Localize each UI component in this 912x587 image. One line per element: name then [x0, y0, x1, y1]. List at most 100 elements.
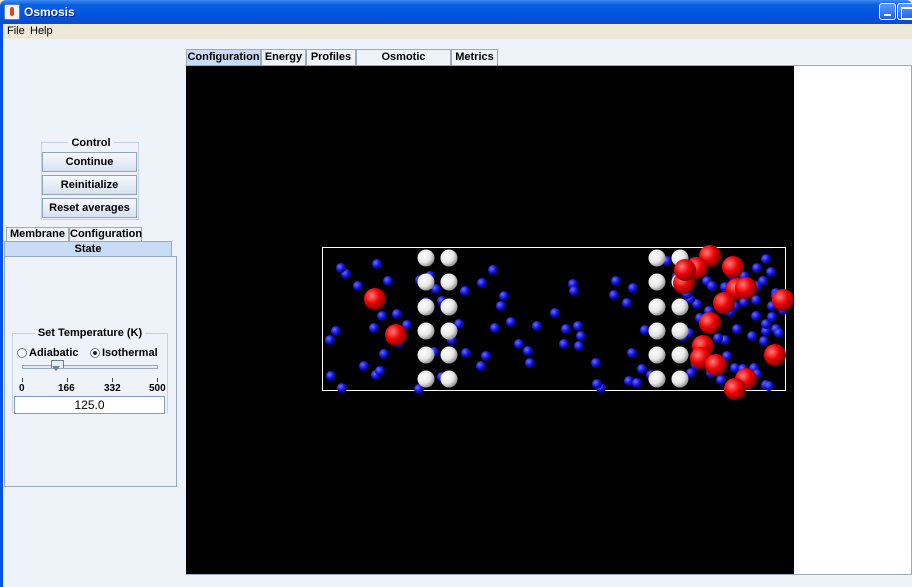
membrane-particle: [440, 298, 458, 316]
slider-tick: [112, 378, 113, 382]
slider-tick: [157, 378, 158, 382]
solvent-particle: [713, 333, 723, 343]
solvent-particle: [392, 309, 402, 319]
continue-button[interactable]: Continue: [42, 152, 137, 172]
solvent-particle: [752, 263, 762, 273]
solvent-particle: [628, 283, 638, 293]
solvent-particle: [707, 281, 717, 291]
solvent-particle: [488, 265, 498, 275]
solvent-particle: [337, 383, 347, 393]
slider-tick-label: 166: [58, 383, 75, 394]
membrane-particle: [417, 249, 435, 267]
membrane-particle: [671, 322, 689, 340]
solvent-particle: [476, 361, 486, 371]
solvent-particle: [732, 324, 742, 334]
solvent-particle: [383, 276, 393, 286]
solvent-particle: [716, 375, 726, 385]
tab-metrics[interactable]: Metrics: [451, 49, 498, 65]
solvent-particle: [637, 364, 647, 374]
membrane-particle: [440, 249, 458, 267]
simulation-display[interactable]: [186, 66, 794, 574]
membrane-particle: [417, 346, 435, 364]
membrane-particle: [648, 346, 666, 364]
solvent-particle: [627, 348, 637, 358]
solvent-particle: [514, 339, 524, 349]
menu-file[interactable]: File: [7, 25, 25, 37]
tab-energy[interactable]: Energy: [261, 49, 306, 65]
membrane-particle: [440, 273, 458, 291]
membrane-particle: [417, 370, 435, 388]
solvent-particle: [574, 341, 584, 351]
solvent-particle: [550, 308, 560, 318]
solvent-particle: [758, 276, 768, 286]
solvent-particle: [523, 346, 533, 356]
reinitialize-button[interactable]: Reinitialize: [42, 175, 137, 195]
solvent-particle: [461, 348, 471, 358]
solvent-particle: [761, 319, 771, 329]
solvent-particle: [759, 336, 769, 346]
solute-particle: [764, 344, 786, 366]
solute-particle: [772, 289, 794, 311]
tab-configuration-left[interactable]: Configuration: [69, 227, 142, 242]
solute-particle: [705, 354, 727, 376]
membrane-particle: [417, 298, 435, 316]
membrane-particle: [671, 370, 689, 388]
solvent-particle: [353, 281, 363, 291]
solvent-particle: [481, 351, 491, 361]
temperature-value-field[interactable]: [14, 396, 165, 414]
adiabatic-radio[interactable]: [17, 348, 27, 358]
adiabatic-label[interactable]: Adiabatic: [29, 347, 79, 359]
bottom-strip: [183, 575, 912, 587]
solvent-particle: [326, 371, 336, 381]
menu-help[interactable]: Help: [30, 25, 53, 37]
solvent-particle: [525, 358, 535, 368]
solvent-particle: [622, 298, 632, 308]
window-title: Osmosis: [24, 5, 75, 19]
isothermal-radio[interactable]: [90, 348, 100, 358]
membrane-particle: [648, 249, 666, 267]
temperature-slider-track[interactable]: [22, 365, 158, 369]
membrane-particle: [648, 298, 666, 316]
slider-tick: [67, 378, 68, 382]
solute-particle: [722, 256, 744, 278]
isothermal-label[interactable]: Isothermal: [102, 347, 158, 359]
title-bar: Osmosis: [0, 0, 912, 24]
minimize-button[interactable]: [879, 3, 896, 20]
membrane-particle: [671, 298, 689, 316]
solvent-particle: [331, 326, 341, 336]
solvent-particle: [460, 286, 470, 296]
control-title: Control: [42, 137, 140, 149]
tab-state[interactable]: State: [4, 241, 172, 257]
membrane-particle: [648, 273, 666, 291]
solvent-particle: [609, 290, 619, 300]
control-title-text: Control: [68, 137, 114, 149]
tab-configuration[interactable]: Configuration: [186, 49, 261, 65]
tab-membrane[interactable]: Membrane: [6, 227, 69, 242]
solvent-particle: [496, 301, 506, 311]
solvent-particle: [561, 324, 571, 334]
solvent-particle: [379, 349, 389, 359]
solute-particle: [713, 292, 735, 314]
solute-particle: [735, 277, 757, 299]
maximize-button[interactable]: [897, 3, 912, 20]
solvent-particle: [532, 321, 542, 331]
tab-profiles[interactable]: Profiles: [306, 49, 356, 65]
reset-averages-button[interactable]: Reset averages: [42, 198, 137, 218]
solvent-particle: [611, 276, 621, 286]
membrane-particle: [440, 322, 458, 340]
temperature-title: Set Temperature (K): [13, 327, 167, 339]
solvent-particle: [747, 331, 757, 341]
solvent-particle: [592, 379, 602, 389]
membrane-particle: [440, 370, 458, 388]
solvent-particle: [559, 339, 569, 349]
particles-layer: [325, 245, 794, 400]
solvent-particle: [377, 311, 387, 321]
tab-osmotic-pressure[interactable]: Osmotic Pressure: [356, 49, 451, 77]
solute-particle: [385, 324, 407, 346]
solvent-particle: [766, 267, 776, 277]
slider-tick-label: 0: [19, 383, 25, 394]
solute-particle: [674, 259, 696, 281]
temperature-slider-thumb[interactable]: [50, 360, 64, 372]
solvent-particle: [640, 325, 650, 335]
solvent-particle: [774, 328, 784, 338]
